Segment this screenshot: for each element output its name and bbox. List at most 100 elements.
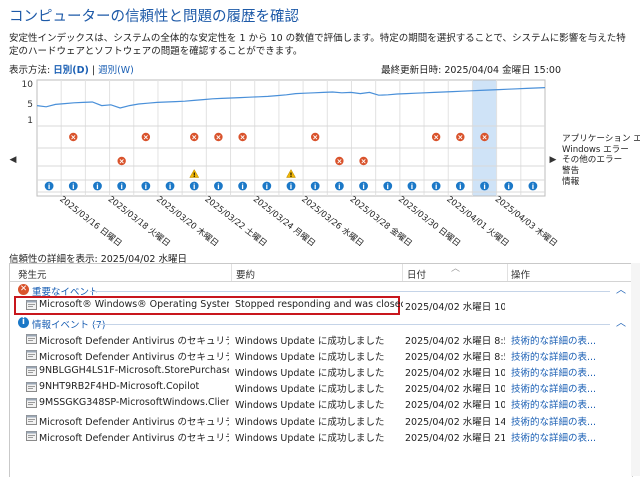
table-row[interactable]: Microsoft Defender Antivirus のセキュリティ インテ… (10, 348, 632, 363)
info-icon-glyph: i (411, 183, 413, 191)
cell-source: Microsoft Defender Antivirus のセキュリティ インテ… (39, 336, 229, 347)
cell-action-link[interactable]: 技術的な詳細の表... (511, 414, 621, 428)
view-separator: | (91, 65, 96, 76)
collapse-chevron-icon[interactable]: ︿ (616, 281, 626, 296)
cell-summary: Windows Update に成功しました (235, 400, 385, 412)
info-events-group[interactable]: i 情報イベント (7) ︿ (10, 316, 632, 332)
stability-index-line (36, 87, 546, 109)
info-icon-glyph: i (387, 183, 389, 191)
info-icon-glyph: i (96, 183, 98, 191)
info-icon-glyph: i (459, 183, 461, 191)
page-title: コンピューターの信頼性と問題の履歴を確認 (9, 9, 299, 25)
cell-date: 2025/04/02 水曜日 10:19 (405, 368, 505, 380)
last-updated: 最終更新日時: 2025/04/04 金曜日 15:00 (381, 65, 561, 76)
group-divider (92, 324, 610, 325)
application-icon (26, 382, 37, 393)
vertical-scrollbar[interactable] (631, 263, 640, 476)
info-icon-glyph: i (314, 183, 316, 191)
error-icon-glyph: × (143, 134, 149, 142)
column-header-date[interactable]: 日付 (407, 267, 426, 281)
column-divider[interactable] (231, 264, 232, 281)
application-icon (26, 414, 37, 425)
cell-summary: Windows Update に成功しました (235, 336, 385, 347)
row-label: アプリケーション エラー (562, 133, 640, 144)
view-weeks-link[interactable]: 週別(W) (98, 65, 134, 76)
reliability-chart[interactable]: 10 5 1 × × × × × × × × × × × ×!! i i i i i i i i i i i i i i i i i i i i i ア… (0, 76, 640, 246)
cell-action-link[interactable]: 技術的な詳細の表... (511, 349, 621, 363)
info-icon-glyph: i (193, 183, 195, 191)
error-icon-glyph: × (215, 134, 221, 142)
info-icon-glyph: i (483, 183, 485, 191)
view-label: 表示方法: (9, 65, 51, 76)
info-icon-glyph: i (217, 183, 219, 191)
table-row[interactable]: Microsoft® Windows® Operating System Stop… (10, 298, 632, 313)
collapse-chevron-icon[interactable]: ︿ (616, 314, 626, 329)
y-tick-label: 1 (27, 116, 33, 126)
cell-date: 2025/04/02 水曜日 10:19 (405, 384, 505, 396)
view-days-link[interactable]: 日別(D) (53, 65, 89, 76)
error-icon-glyph: × (312, 134, 318, 142)
row-label: その他のエラー (562, 153, 622, 165)
cell-date: 2025/04/02 水曜日 14:17 (405, 416, 505, 428)
cell-source: Microsoft Defender Antivirus のセキュリティ インテ… (39, 432, 229, 444)
error-icon: ✕ (18, 284, 29, 295)
y-tick-label: 5 (27, 100, 33, 110)
scroll-left-arrow[interactable]: ◀ (10, 155, 17, 165)
application-icon (26, 430, 37, 441)
cell-action-link[interactable]: 技術的な詳細の表... (511, 397, 621, 411)
error-icon-glyph: × (361, 158, 367, 166)
cell-summary: Stopped responding and was closed (235, 299, 403, 310)
column-header-source[interactable]: 発生元 (18, 267, 47, 281)
table-row[interactable]: Microsoft Defender Antivirus のセキュリティ インテ… (10, 429, 632, 444)
warning-icon-glyph: ! (193, 172, 196, 179)
column-divider[interactable] (402, 264, 403, 281)
info-icon-glyph: i (145, 183, 147, 191)
error-icon-glyph: × (240, 134, 246, 142)
cell-date: 2025/04/02 水曜日 21:00 (405, 432, 505, 444)
cell-source: Microsoft® Windows® Operating System (39, 299, 229, 310)
column-header-summary[interactable]: 要約 (236, 267, 255, 281)
error-icon-glyph: × (433, 134, 439, 142)
cell-action-link[interactable]: 技術的な詳細の表... (511, 381, 621, 395)
info-icon-glyph: i (266, 183, 268, 191)
cell-source: Microsoft Defender Antivirus のセキュリティ インテ… (39, 416, 229, 428)
application-icon (26, 300, 37, 310)
info-icon-glyph: i (435, 183, 437, 191)
info-icon-glyph: i (241, 183, 243, 191)
scroll-right-arrow[interactable]: ▶ (550, 155, 557, 165)
cell-action-link[interactable]: 技術的な詳細の表... (511, 333, 621, 347)
info-icon-glyph: i (120, 183, 122, 191)
application-icon (26, 334, 37, 344)
info-icon-glyph: i (508, 183, 510, 191)
info-icon-glyph: i (72, 183, 74, 191)
column-header-action[interactable]: 操作 (511, 267, 530, 281)
error-icon-glyph: × (191, 134, 197, 142)
column-divider[interactable] (507, 264, 508, 281)
details-table: 発生元 要約 日付 ︿ 操作 ✕ 重要なイベント ︿ Microsoft® Wi… (9, 263, 633, 477)
table-row[interactable]: 9NBLGGH4LS1F-Microsoft.StorePurchaseApp W… (10, 364, 632, 379)
info-icon-glyph: i (532, 183, 534, 191)
application-icon (26, 398, 37, 409)
cell-summary: Windows Update に成功しました (235, 416, 385, 428)
application-icon (26, 350, 37, 361)
info-icon: i (18, 317, 29, 328)
cell-source: 9NBLGGH4LS1F-Microsoft.StorePurchaseApp (39, 365, 229, 377)
warning-icon-glyph: ! (290, 172, 293, 179)
table-row[interactable]: Microsoft Defender Antivirus のセキュリティ インテ… (10, 332, 632, 347)
table-row[interactable]: Microsoft Defender Antivirus のセキュリティ インテ… (10, 413, 632, 428)
info-icon-glyph: i (338, 183, 340, 191)
error-icon-glyph: × (336, 158, 342, 166)
error-icon-glyph: × (482, 134, 488, 142)
table-row[interactable]: 9MSSGKG348SP-MicrosoftWindows.Client.Web… (10, 396, 632, 411)
row-label: Windows エラー (562, 144, 629, 155)
cell-date: 2025/04/02 水曜日 10:20 (405, 302, 505, 313)
error-icon-glyph: × (457, 134, 463, 142)
cell-action-link[interactable]: 技術的な詳細の表... (511, 430, 621, 444)
error-icon-glyph: × (119, 158, 125, 166)
view-mode-switch: 表示方法: 日別(D) | 週別(W) (9, 62, 134, 76)
info-icon-glyph: i (169, 183, 171, 191)
cell-source: Microsoft Defender Antivirus のセキュリティ インテ… (39, 352, 229, 364)
cell-source: 9NHT9RB2F4HD-Microsoft.Copilot (39, 381, 200, 393)
cell-action-link[interactable]: 技術的な詳細の表... (511, 365, 621, 379)
table-row[interactable]: 9NHT9RB2F4HD-Microsoft.Copilot Windows Up… (10, 380, 632, 395)
